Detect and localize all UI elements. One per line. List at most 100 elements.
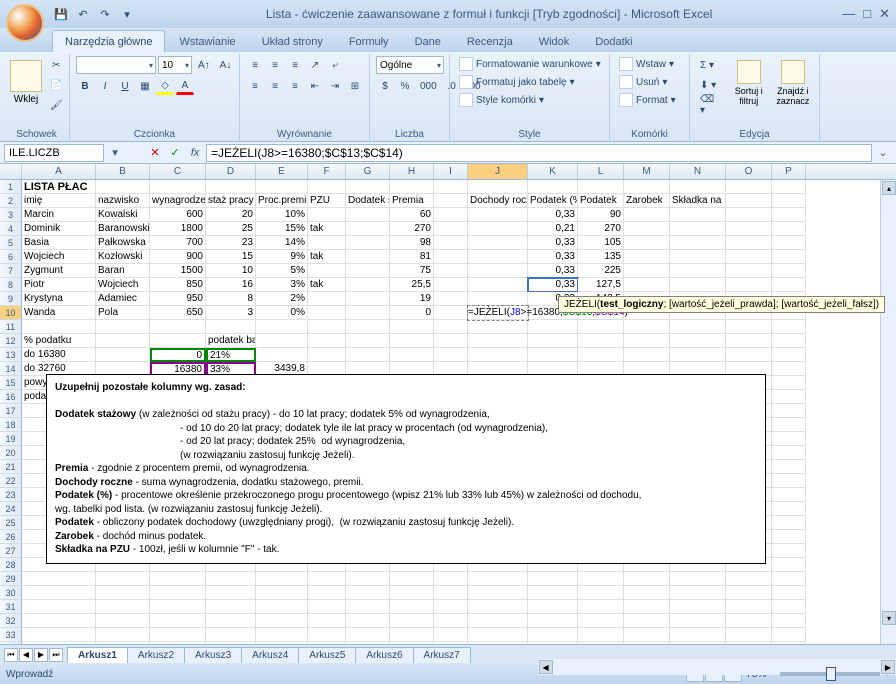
- cell-K13[interactable]: [528, 348, 578, 362]
- cell-H29[interactable]: [390, 572, 434, 586]
- cell-P14[interactable]: [772, 362, 806, 376]
- cell-M13[interactable]: [624, 348, 670, 362]
- column-header-O[interactable]: O: [726, 164, 772, 179]
- cell-M6[interactable]: [624, 250, 670, 264]
- cell-I32[interactable]: [434, 614, 468, 628]
- align-left-icon[interactable]: ≡: [246, 77, 264, 95]
- cell-J7[interactable]: [468, 264, 528, 278]
- cell-P4[interactable]: [772, 222, 806, 236]
- cell-M12[interactable]: [624, 334, 670, 348]
- cell-C5[interactable]: 700: [150, 236, 206, 250]
- indent-increase-icon[interactable]: ⇥: [326, 77, 344, 95]
- cell-K29[interactable]: [528, 572, 578, 586]
- row-header-22[interactable]: 22: [0, 474, 22, 488]
- cell-A34[interactable]: [22, 642, 96, 644]
- sheet-tab-arkusz4[interactable]: Arkusz4: [241, 647, 299, 663]
- tab-addins[interactable]: Dodatki: [583, 31, 644, 52]
- cell-D34[interactable]: [206, 642, 256, 644]
- row-header-11[interactable]: 11: [0, 320, 22, 334]
- formula-input[interactable]: =JEŻELI(J8>=16380;$C$13;$C$14): [206, 144, 872, 162]
- cell-D6[interactable]: 15: [206, 250, 256, 264]
- close-button[interactable]: ✕: [879, 6, 890, 22]
- cell-M33[interactable]: [624, 628, 670, 642]
- scroll-right-icon[interactable]: ▶: [881, 660, 895, 674]
- cell-P7[interactable]: [772, 264, 806, 278]
- shrink-font-icon[interactable]: A↓: [216, 56, 236, 74]
- cell-I3[interactable]: [434, 208, 468, 222]
- cell-C4[interactable]: 1800: [150, 222, 206, 236]
- cell-I30[interactable]: [434, 586, 468, 600]
- name-box[interactable]: ILE.LICZB: [4, 144, 104, 162]
- cell-C13[interactable]: 0: [150, 348, 206, 362]
- cell-J10[interactable]: =JEŻELI(J8>=16380;$C$13;$C$14): [468, 306, 528, 320]
- cell-C32[interactable]: [150, 614, 206, 628]
- cell-H30[interactable]: [390, 586, 434, 600]
- column-header-N[interactable]: N: [670, 164, 726, 179]
- cell-O5[interactable]: [726, 236, 772, 250]
- row-header-24[interactable]: 24: [0, 502, 22, 516]
- cell-C1[interactable]: [150, 180, 206, 194]
- cell-L32[interactable]: [578, 614, 624, 628]
- cell-A31[interactable]: [22, 600, 96, 614]
- italic-button[interactable]: I: [96, 77, 114, 95]
- cell-P13[interactable]: [772, 348, 806, 362]
- cell-H4[interactable]: 270: [390, 222, 434, 236]
- cell-I33[interactable]: [434, 628, 468, 642]
- cell-F33[interactable]: [308, 628, 346, 642]
- cell-N7[interactable]: [670, 264, 726, 278]
- cell-M8[interactable]: [624, 278, 670, 292]
- cell-N4[interactable]: [670, 222, 726, 236]
- cell-J13[interactable]: [468, 348, 528, 362]
- cell-G10[interactable]: [346, 306, 390, 320]
- cell-B6[interactable]: Kozłowski: [96, 250, 150, 264]
- cell-K6[interactable]: 0,33: [528, 250, 578, 264]
- row-header-27[interactable]: 27: [0, 544, 22, 558]
- format-cells-button[interactable]: Format ▾: [616, 92, 679, 108]
- font-size-combo[interactable]: 10: [158, 56, 192, 74]
- cell-P2[interactable]: [772, 194, 806, 208]
- zoom-slider[interactable]: [780, 672, 880, 676]
- cell-O33[interactable]: [726, 628, 772, 642]
- cell-G13[interactable]: [346, 348, 390, 362]
- row-header-21[interactable]: 21: [0, 460, 22, 474]
- cell-B5[interactable]: Pałkowska: [96, 236, 150, 250]
- cell-O4[interactable]: [726, 222, 772, 236]
- cell-E12[interactable]: [256, 334, 308, 348]
- select-all-corner[interactable]: [0, 164, 22, 179]
- tab-data[interactable]: Dane: [403, 31, 453, 52]
- wrap-text-button[interactable]: ⤶: [326, 56, 344, 74]
- cell-E10[interactable]: 0%: [256, 306, 308, 320]
- cell-E32[interactable]: [256, 614, 308, 628]
- cell-D8[interactable]: 16: [206, 278, 256, 292]
- cell-F4[interactable]: tak: [308, 222, 346, 236]
- cell-P17[interactable]: [772, 404, 806, 418]
- redo-icon[interactable]: ↷: [96, 5, 114, 23]
- cell-O11[interactable]: [726, 320, 772, 334]
- row-header-30[interactable]: 30: [0, 586, 22, 600]
- cell-C33[interactable]: [150, 628, 206, 642]
- row-header-23[interactable]: 23: [0, 488, 22, 502]
- cell-N6[interactable]: [670, 250, 726, 264]
- cell-N2[interactable]: Składka na PZU: [670, 194, 726, 208]
- cell-G31[interactable]: [346, 600, 390, 614]
- cell-I2[interactable]: [434, 194, 468, 208]
- cell-N5[interactable]: [670, 236, 726, 250]
- cell-H9[interactable]: 19: [390, 292, 434, 306]
- cell-G3[interactable]: [346, 208, 390, 222]
- cell-G34[interactable]: [346, 642, 390, 644]
- column-header-F[interactable]: F: [308, 164, 346, 179]
- currency-icon[interactable]: $: [376, 77, 394, 95]
- cell-N29[interactable]: [670, 572, 726, 586]
- cell-K4[interactable]: 0,21: [528, 222, 578, 236]
- sort-filter-button[interactable]: Sortuj i filtruj: [729, 56, 769, 106]
- cell-G12[interactable]: [346, 334, 390, 348]
- autosum-icon[interactable]: Σ ▾: [696, 56, 718, 74]
- cell-E13[interactable]: [256, 348, 308, 362]
- tab-formulas[interactable]: Formuły: [337, 31, 401, 52]
- cell-A1[interactable]: LISTA PŁAC: [22, 180, 96, 194]
- cell-C10[interactable]: 650: [150, 306, 206, 320]
- grow-font-icon[interactable]: A↑: [194, 56, 214, 74]
- cell-P29[interactable]: [772, 572, 806, 586]
- cell-P6[interactable]: [772, 250, 806, 264]
- prev-sheet-icon[interactable]: ◀: [19, 648, 33, 662]
